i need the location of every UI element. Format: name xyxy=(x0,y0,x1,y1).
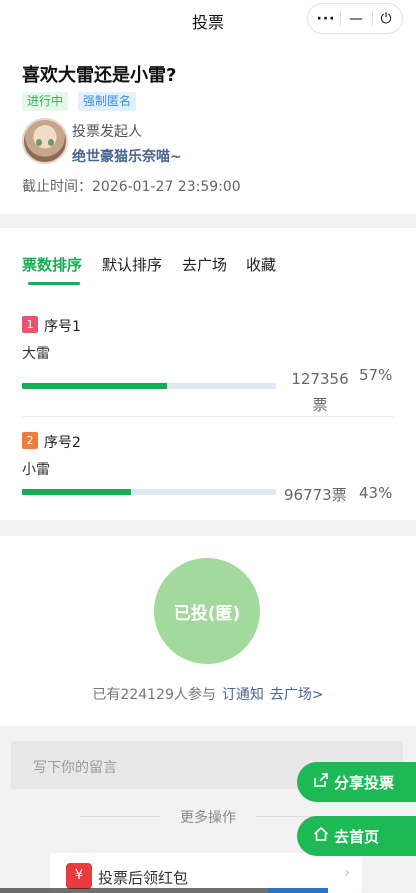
options-card: 票数排序 默认排序 去广场 收藏 1 序号1 大雷 127356票 57% 2 … xyxy=(0,228,416,520)
deadline: 截止时间：2026-01-27 23:59:00 xyxy=(22,176,241,196)
red-packet-entry[interactable]: ¥ 投票后领红包 › xyxy=(50,853,362,893)
avatar[interactable] xyxy=(22,118,68,164)
poll-title: 喜欢大雷还是小雷? xyxy=(22,65,177,86)
option-seq: 序号2 xyxy=(44,435,81,451)
more-menu-button[interactable]: ··· xyxy=(310,4,342,33)
deadline-value: 2026-01-27 23:59:00 xyxy=(92,179,241,195)
avatar-eye xyxy=(48,139,54,146)
deadline-label: 截止时间： xyxy=(22,179,92,195)
status-badge: 进行中 xyxy=(22,92,69,111)
chevron-right-icon: › xyxy=(344,865,350,881)
vote-action-card: 已投(匿) 已有224129人参与 订通知 去广场> xyxy=(0,536,416,726)
option-name: 大雷 xyxy=(22,346,50,362)
share-vote-button[interactable]: 分享投票 xyxy=(297,762,416,802)
rank-badge: 2 xyxy=(22,432,38,449)
vote-progress-bar xyxy=(22,489,276,495)
system-bottom-bar xyxy=(0,888,268,893)
anonymous-badge: 强制匿名 xyxy=(78,92,137,111)
top-navigation-bar: 投票 ··· — ⏻ xyxy=(0,0,416,40)
initiator-label: 投票发起人 xyxy=(72,124,142,140)
home-icon xyxy=(313,826,329,846)
red-packet-label: 投票后领红包 xyxy=(98,869,189,887)
tab-vote-order[interactable]: 票数排序 xyxy=(22,254,82,275)
participation-count: 已有224129人参与 xyxy=(92,687,216,703)
tab-plaza[interactable]: 去广场 xyxy=(182,254,227,275)
plaza-link[interactable]: 去广场> xyxy=(270,687,324,703)
tab-default-order[interactable]: 默认排序 xyxy=(102,254,162,275)
option-seq: 序号1 xyxy=(44,319,81,335)
tab-favorite[interactable]: 收藏 xyxy=(246,254,276,275)
vote-count: 127356票 xyxy=(291,370,349,414)
close-power-button[interactable]: ⏻ xyxy=(370,4,402,33)
system-bottom-indicator xyxy=(268,888,328,893)
minimize-button[interactable]: — xyxy=(340,4,372,33)
share-icon xyxy=(313,772,329,792)
poll-header-card: 喜欢大雷还是小雷? 进行中 强制匿名 投票发起人 绝世豪猫乐奈喵~ 截止时间：2… xyxy=(0,40,416,214)
red-packet-icon: ¥ xyxy=(66,863,92,889)
voted-button[interactable]: 已投(匿) xyxy=(154,558,260,664)
rank-badge: 1 xyxy=(22,316,38,333)
vote-progress-fill xyxy=(22,489,132,495)
vote-progress-fill xyxy=(22,383,167,389)
avatar-eye xyxy=(36,139,42,146)
participation-line: 已有224129人参与 订通知 去广场> xyxy=(0,684,416,704)
share-vote-label: 分享投票 xyxy=(334,773,395,792)
subscribe-link[interactable]: 订通知 xyxy=(222,687,264,703)
mini-program-capsule: ··· — ⏻ xyxy=(307,3,403,34)
initiator-name[interactable]: 绝世豪猫乐奈喵~ xyxy=(72,146,182,166)
option-name: 小雷 xyxy=(22,462,50,478)
vote-percent: 43% xyxy=(359,484,393,502)
vote-progress-bar xyxy=(22,383,276,389)
go-home-button[interactable]: 去首页 xyxy=(297,816,416,856)
go-home-label: 去首页 xyxy=(334,827,380,846)
active-tab-indicator xyxy=(28,282,80,285)
vote-percent: 57% xyxy=(359,366,393,384)
vote-count: 96773票 xyxy=(284,486,347,504)
option-divider xyxy=(22,416,394,417)
